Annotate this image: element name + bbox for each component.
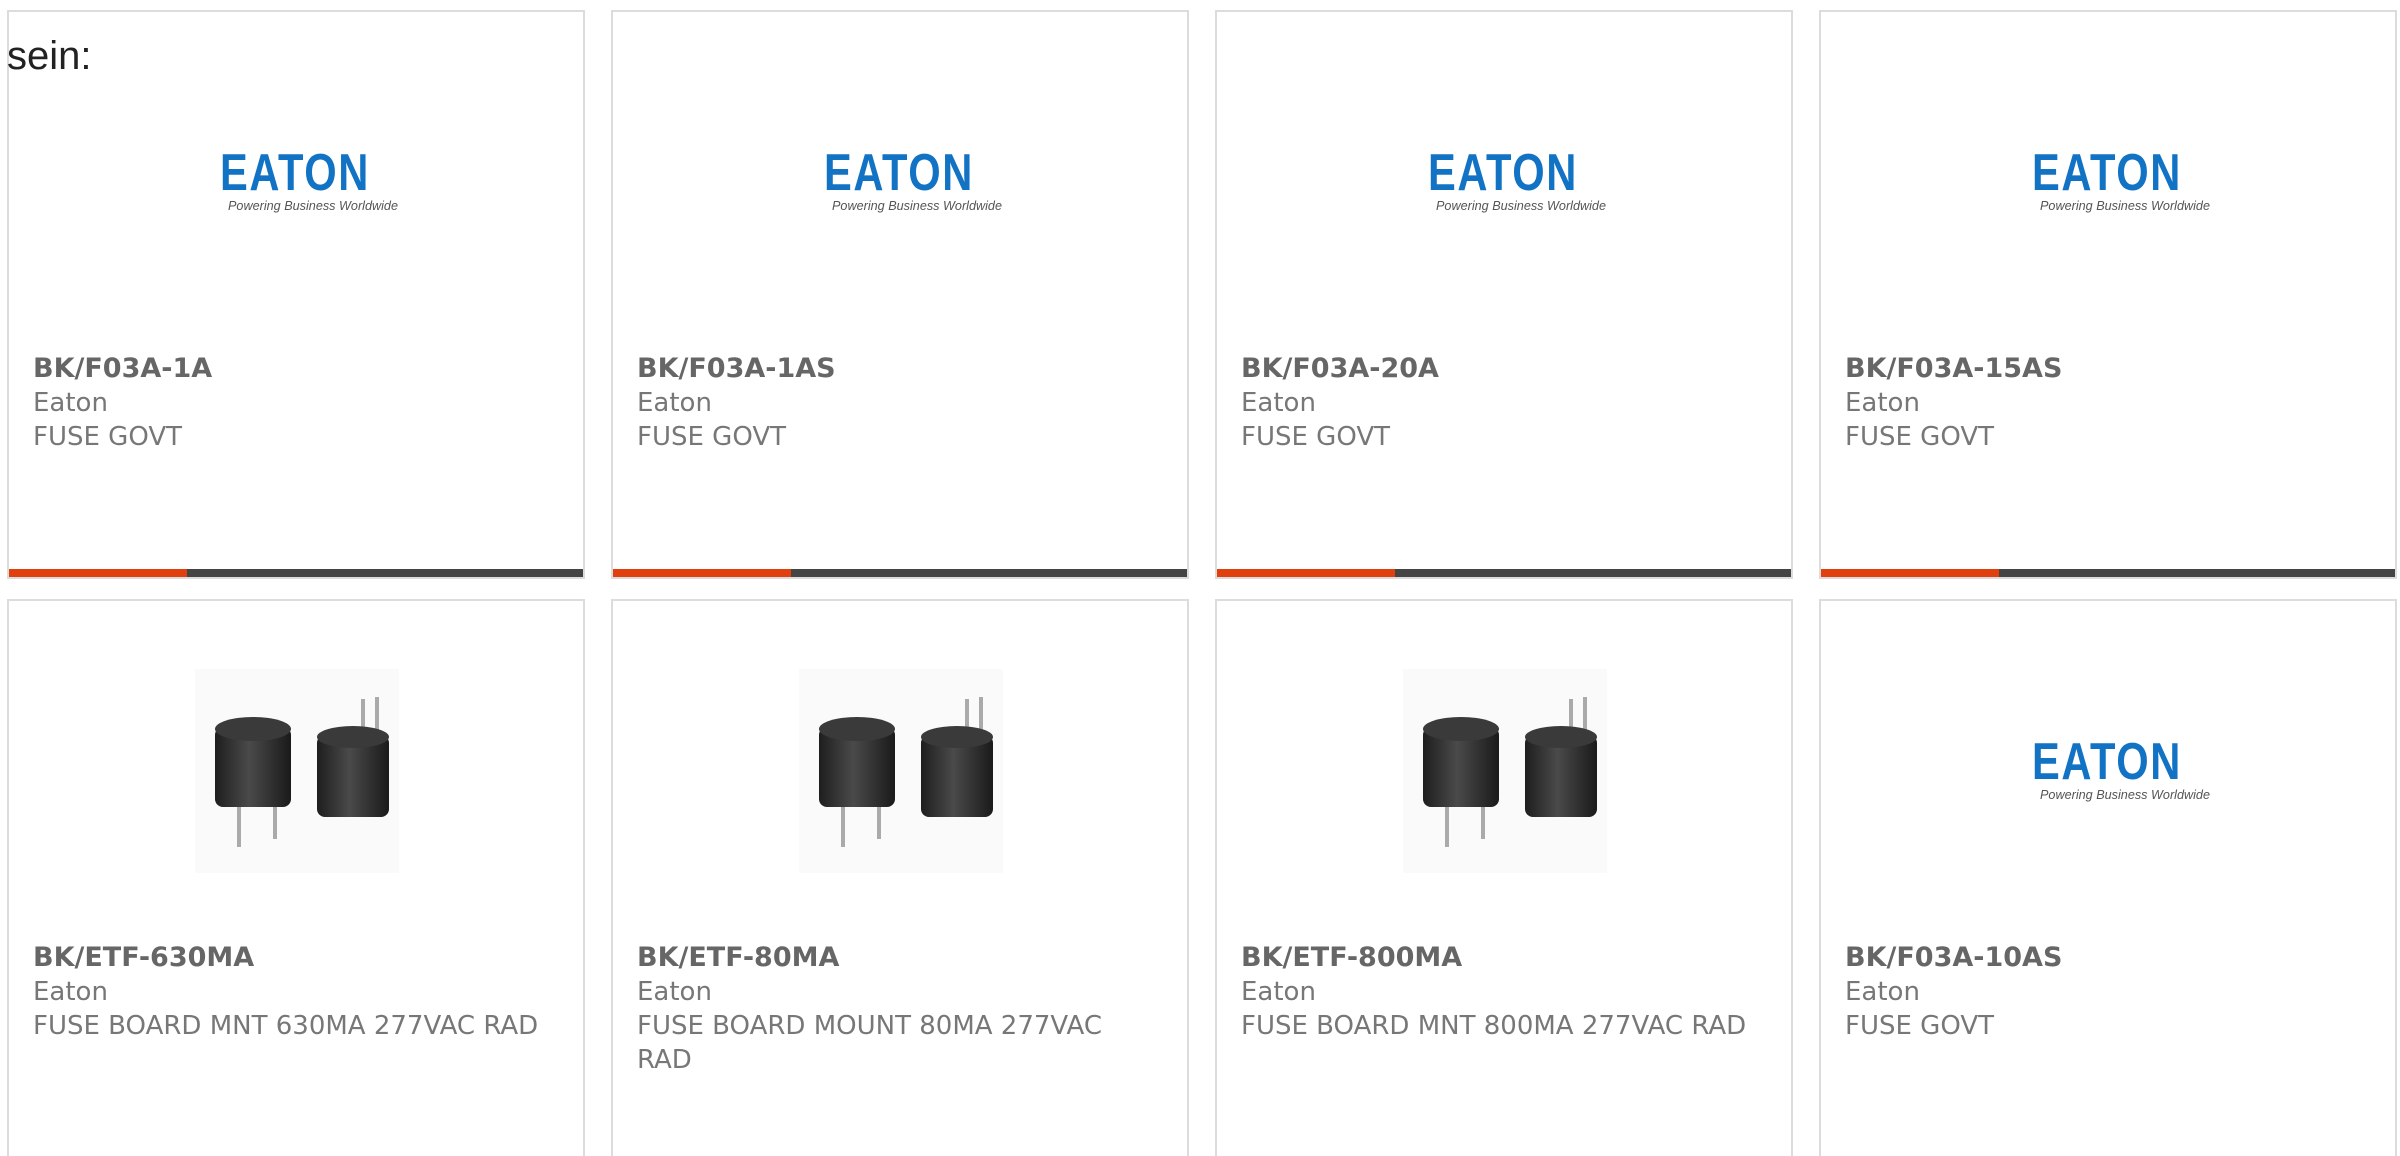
part-number[interactable]: BK/ETF-80MA [637, 941, 1157, 975]
product-description: FUSE GOVT [1845, 1011, 1995, 1041]
svg-text:EATON: EATON [2032, 735, 2182, 791]
svg-text:Powering Business Worldwide: Powering Business Worldwide [2040, 198, 2210, 213]
eaton-logo-image: EATON Powering Business Worldwide [2007, 669, 2211, 873]
eaton-logo: EATON Powering Business Worldwide [799, 146, 1003, 218]
manufacturer: Eaton [33, 388, 108, 418]
fuse-photo-image [799, 669, 1003, 873]
card-progress-fill [1821, 569, 1999, 577]
product-description: FUSE BOARD MNT 630MA 277VAC RAD [33, 1011, 539, 1041]
product-card[interactable]: BK/ETF-630MA Eaton FUSE BOARD MNT 630MA … [7, 599, 585, 1156]
svg-text:Powering Business Worldwide: Powering Business Worldwide [2040, 787, 2210, 802]
product-card[interactable]: EATON Powering Business Worldwide BK/F03… [1215, 10, 1793, 579]
product-card[interactable]: BK/ETF-80MA Eaton FUSE BOARD MOUNT 80MA … [611, 599, 1189, 1156]
fuse-photo-image [1403, 669, 1607, 873]
eaton-logo: EATON Powering Business Worldwide [1403, 146, 1607, 218]
product-card[interactable]: BK/ETF-800MA Eaton FUSE BOARD MNT 800MA … [1215, 599, 1793, 1156]
fuse-photo [1403, 669, 1607, 873]
card-progress-bar [613, 569, 1187, 577]
manufacturer: Eaton [637, 977, 712, 1007]
manufacturer: Eaton [1241, 977, 1316, 1007]
product-description: FUSE GOVT [637, 422, 787, 452]
eaton-logo-image: EATON Powering Business Worldwide [1403, 80, 1607, 284]
part-number[interactable]: BK/F03A-1A [33, 352, 553, 386]
product-card[interactable]: EATON Powering Business Worldwide BK/F03… [611, 10, 1189, 579]
product-description: FUSE BOARD MOUNT 80MA 277VAC RAD [637, 1011, 1103, 1075]
part-number[interactable]: BK/F03A-10AS [1845, 941, 2365, 975]
eaton-logo: EATON Powering Business Worldwide [2007, 146, 2211, 218]
manufacturer: Eaton [1241, 388, 1316, 418]
card-progress-fill [613, 569, 791, 577]
product-description: FUSE GOVT [1241, 422, 1391, 452]
part-number[interactable]: BK/F03A-15AS [1845, 352, 2365, 386]
eaton-logo: EATON Powering Business Worldwide [2007, 735, 2211, 807]
card-progress-fill [1217, 569, 1395, 577]
part-number[interactable]: BK/F03A-20A [1241, 352, 1761, 386]
manufacturer: Eaton [1845, 388, 1920, 418]
manufacturer: Eaton [1845, 977, 1920, 1007]
manufacturer: Eaton [637, 388, 712, 418]
product-card[interactable]: EATON Powering Business Worldwide BK/F03… [1819, 599, 2397, 1156]
svg-text:EATON: EATON [1428, 146, 1578, 202]
svg-text:Powering Business Worldwide: Powering Business Worldwide [1436, 198, 1606, 213]
part-number[interactable]: BK/F03A-1AS [637, 352, 1157, 386]
svg-text:EATON: EATON [220, 146, 370, 202]
eaton-logo-image: EATON Powering Business Worldwide [799, 80, 1003, 284]
svg-text:EATON: EATON [824, 146, 974, 202]
product-description: FUSE GOVT [1845, 422, 1995, 452]
product-grid-page: sein: EATON Powering Business Worldwide … [0, 0, 2400, 1156]
part-number[interactable]: BK/ETF-630MA [33, 941, 553, 975]
fuse-photo [195, 669, 399, 873]
intro-text: sein: [7, 34, 92, 78]
eaton-logo: EATON Powering Business Worldwide [195, 146, 399, 218]
card-progress-bar [9, 569, 583, 577]
product-description: FUSE GOVT [33, 422, 183, 452]
card-progress-fill [9, 569, 187, 577]
part-number[interactable]: BK/ETF-800MA [1241, 941, 1761, 975]
manufacturer: Eaton [33, 977, 108, 1007]
eaton-logo-image: EATON Powering Business Worldwide [2007, 80, 2211, 284]
product-card[interactable]: EATON Powering Business Worldwide BK/F03… [1819, 10, 2397, 579]
fuse-photo [799, 669, 1003, 873]
card-progress-bar [1217, 569, 1791, 577]
svg-text:EATON: EATON [2032, 146, 2182, 202]
product-card[interactable]: EATON Powering Business Worldwide BK/F03… [7, 10, 585, 579]
card-progress-bar [1821, 569, 2395, 577]
svg-text:Powering Business Worldwide: Powering Business Worldwide [228, 198, 398, 213]
svg-text:Powering Business Worldwide: Powering Business Worldwide [832, 198, 1002, 213]
product-description: FUSE BOARD MNT 800MA 277VAC RAD [1241, 1011, 1747, 1041]
eaton-logo-image: EATON Powering Business Worldwide [195, 80, 399, 284]
fuse-photo-image [195, 669, 399, 873]
